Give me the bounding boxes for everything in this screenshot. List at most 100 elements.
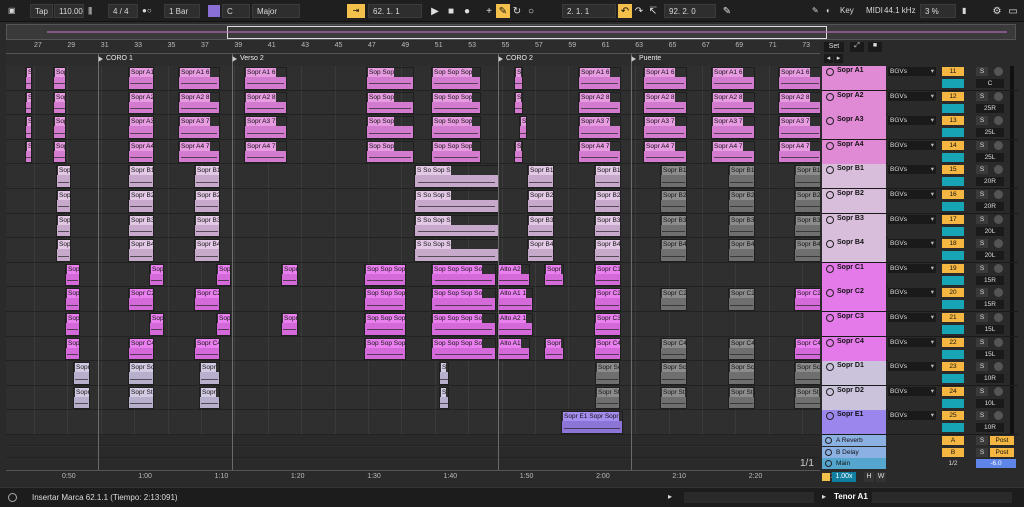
stop-icon[interactable]: ■	[444, 4, 458, 18]
monitor-button[interactable]	[942, 251, 964, 261]
audio-clip[interactable]: Sopr A2 8	[244, 91, 287, 115]
zoom-icon[interactable]	[822, 473, 830, 481]
audio-clip[interactable]: Alto A2 1	[497, 313, 533, 336]
audio-clip[interactable]: Sop Sop Sop	[364, 288, 406, 311]
fold-icon[interactable]	[826, 68, 834, 76]
fold-icon[interactable]	[826, 289, 834, 298]
fold-icon[interactable]	[826, 338, 834, 347]
lock-icon[interactable]: ■	[868, 42, 882, 52]
audio-clip[interactable]: Alto A2	[497, 263, 530, 287]
track-header[interactable]: Sopr C3 BGVs 21 S 15L	[822, 312, 1018, 337]
monitor-button[interactable]	[942, 152, 964, 162]
audio-clip[interactable]: Sop Sop Sop	[364, 337, 406, 361]
audio-clip[interactable]: Sop Sop	[366, 67, 414, 90]
input-select[interactable]: BGVs	[888, 67, 936, 76]
solo-button[interactable]: S	[976, 239, 988, 249]
pan-field[interactable]: 10R	[976, 374, 1004, 384]
solo-button[interactable]: S	[976, 91, 988, 101]
audio-clip[interactable]: Sopr B3	[128, 214, 154, 238]
nudge-icon[interactable]: |||	[88, 4, 92, 18]
fold-icon[interactable]	[826, 314, 834, 322]
return-lane[interactable]	[6, 435, 820, 446]
solo-button[interactable]: S	[976, 116, 988, 126]
audio-clip[interactable]: Sopr	[65, 313, 80, 336]
solo-button[interactable]: S	[976, 190, 988, 199]
arrangement-overview[interactable]	[6, 24, 1016, 40]
audio-clip[interactable]: Sopr C4	[728, 337, 755, 361]
audio-clip[interactable]: Sopr B4	[128, 239, 154, 262]
pan-field[interactable]: 10R	[976, 423, 1004, 433]
pan-field[interactable]: 15R	[976, 300, 1004, 310]
solo-button[interactable]: S	[976, 140, 988, 150]
audio-clip[interactable]: Sopr Sc	[728, 362, 755, 385]
solo-button[interactable]: S	[976, 67, 988, 76]
fold-icon[interactable]	[825, 448, 832, 456]
arm-icon[interactable]	[994, 411, 1003, 421]
audio-clip[interactable]: Sopr A2 8	[711, 91, 755, 115]
set-button[interactable]: Set	[824, 42, 844, 52]
audio-clip[interactable]: Sopr	[56, 190, 71, 213]
metronome-icon[interactable]: ●○	[142, 4, 152, 18]
fold-icon[interactable]	[826, 117, 834, 126]
audio-clip[interactable]: Sop Sop	[366, 91, 414, 115]
audio-clip[interactable]: Sop Sop Sop	[431, 116, 481, 139]
audio-clip[interactable]: Sopr A4 7	[643, 140, 687, 164]
audio-clip[interactable]: Sopr B1	[527, 165, 554, 188]
monitor-button[interactable]	[942, 103, 964, 113]
audio-clip[interactable]: S	[514, 91, 523, 115]
return-send-mode[interactable]: Post	[990, 447, 1014, 457]
solo-button[interactable]: S	[976, 165, 988, 175]
monitor-button[interactable]	[942, 325, 964, 334]
monitor-button[interactable]	[942, 349, 964, 359]
audio-clip[interactable]: Sopr B4	[594, 239, 621, 262]
audio-clip[interactable]: Sop Sop Sop So	[431, 288, 496, 311]
audio-clip[interactable]: Sopr B3	[728, 214, 755, 238]
audio-clip[interactable]: Sopr C2	[794, 288, 820, 311]
return-lane[interactable]	[6, 446, 820, 458]
locator-verso-2[interactable]: Verso 2	[232, 55, 264, 62]
midi-map-button[interactable]: MIDI	[866, 4, 883, 18]
audio-clip[interactable]: Sopr B4	[660, 239, 687, 262]
locator-puente[interactable]: Puente	[631, 55, 661, 62]
audio-clip[interactable]: Sopr B4	[527, 239, 554, 262]
solo-button[interactable]: S	[976, 263, 988, 273]
solo-button[interactable]: S	[976, 386, 988, 396]
track-activator[interactable]: 25	[942, 411, 964, 421]
audio-clip[interactable]: Sopr A2 8	[128, 91, 154, 115]
return-name[interactable]: B Delay	[822, 446, 886, 458]
pan-field[interactable]: 25R	[976, 103, 1004, 113]
audio-clip[interactable]: Sopr B2	[794, 190, 820, 213]
input-select[interactable]: BGVs	[888, 263, 936, 273]
audio-clip[interactable]: Sop Sop Sop	[431, 67, 481, 90]
track-header[interactable]: Sopr E1 BGVs 25 S 10R	[822, 410, 1018, 435]
audio-clip[interactable]: Sopr Sc	[660, 362, 687, 385]
scale-icon[interactable]	[208, 5, 220, 17]
audio-clip[interactable]: Sopr B1	[128, 165, 154, 188]
audio-clip[interactable]: Sopr A4 7	[244, 140, 287, 164]
audio-clip[interactable]: Sopr A3 7	[578, 116, 621, 139]
pan-field[interactable]: 10L	[976, 398, 1004, 408]
audio-clip[interactable]: Sopr A2 8	[178, 91, 220, 115]
arrangement-view[interactable]: Sopr Sop Sopr A1 6 Sopr A1 6 Sopr A1 6 Sop So…	[6, 66, 820, 468]
track-activator[interactable]: 18	[942, 239, 964, 249]
solo-button[interactable]: S	[976, 436, 988, 445]
audio-clip[interactable]: Sopr B2	[660, 190, 687, 213]
audio-clip[interactable]: Sopr St	[595, 386, 620, 410]
monitor-button[interactable]	[942, 177, 964, 187]
track-header[interactable]: Sopr A2 BGVs 12 S 25R	[822, 90, 1018, 116]
arm-icon[interactable]	[994, 239, 1003, 249]
monitor-button[interactable]	[942, 202, 964, 211]
pan-field[interactable]: 20L	[976, 226, 1004, 236]
audio-clip[interactable]: Sopr	[149, 313, 164, 336]
track-header[interactable]: Sopr C4 BGVs 22 S 15L	[822, 336, 1018, 362]
automation-arm-icon[interactable]: ✎	[496, 4, 510, 18]
audio-clip[interactable]: S So Sop S	[414, 190, 499, 213]
beat-ruler[interactable]: 27 29 31 33 35 37 39 41 43 45 47 49 51 53 55 57 59 61 63 65…	[6, 41, 820, 54]
track-activator[interactable]: 14	[942, 140, 964, 150]
track-header[interactable]: Sopr C2 BGVs 20 S 15R	[822, 287, 1018, 312]
audio-clip[interactable]: Sopr	[56, 165, 71, 188]
audio-clip[interactable]: Sopr B2	[594, 190, 621, 213]
locator-bar[interactable]: CORO 1 Verso 2 CORO 2 Puente	[6, 54, 820, 66]
input-select[interactable]: BGVs	[888, 116, 936, 126]
input-select[interactable]: BGVs	[888, 337, 936, 347]
